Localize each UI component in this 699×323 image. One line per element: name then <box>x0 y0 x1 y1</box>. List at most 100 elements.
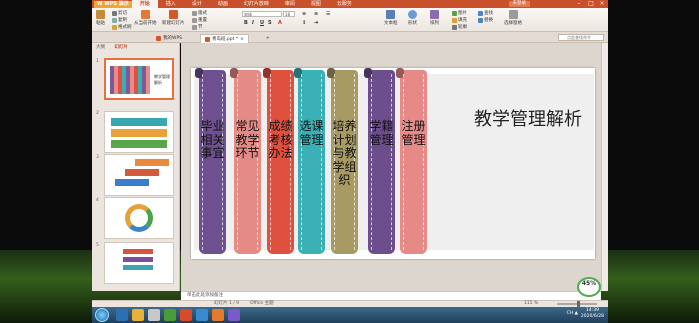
paste-button[interactable]: 粘贴 <box>96 10 105 26</box>
ribbon-item[interactable]: 成绩考核办法 <box>263 68 294 254</box>
menu-tab-design[interactable]: 设计 <box>184 0 210 8</box>
ribbon-stitch <box>301 74 322 250</box>
shapes-button[interactable]: 形状 <box>408 10 417 26</box>
menu-tab-view[interactable]: 视图 <box>303 0 329 8</box>
app-icon[interactable] <box>212 309 224 321</box>
new-slide-icon <box>168 10 178 19</box>
section-button[interactable]: 节 <box>192 24 203 30</box>
outline-button[interactable]: 轮廓 <box>452 24 467 30</box>
ribbon-item[interactable]: 毕业相关事宜 <box>195 68 226 254</box>
tab-outline[interactable]: 大纲 <box>92 45 109 50</box>
align-center-icon[interactable]: ≡ <box>314 11 318 17</box>
italic-icon[interactable]: I <box>252 20 254 26</box>
layout-button[interactable]: 版式 <box>192 10 207 16</box>
menu-tab-review[interactable]: 审阅 <box>277 0 303 8</box>
ribbon-stitch <box>202 74 223 250</box>
shadow-icon[interactable]: S <box>268 20 272 26</box>
font-name-select[interactable]: 宋体 <box>242 11 282 17</box>
brush-icon <box>112 24 117 30</box>
ribbon-label: 毕业相关事宜 <box>200 119 225 160</box>
ie-icon[interactable] <box>116 309 128 321</box>
screen: W WPS 演示 开始 插入 设计 动画 幻灯片放映 审阅 视图 云服务 未登录… <box>0 0 699 323</box>
bold-icon[interactable]: B <box>244 20 248 26</box>
system-tray[interactable]: CH ▲ <box>567 311 578 316</box>
from-current-button[interactable]: 从当前开始 <box>134 10 157 26</box>
copy-button[interactable]: 复制 <box>112 17 127 23</box>
close-icon[interactable]: × <box>597 0 607 8</box>
slide-title[interactable]: 教学管理解析 <box>473 108 583 131</box>
ribbon-label: 注册管理 <box>401 119 426 147</box>
paste-icon <box>96 10 105 19</box>
picture-button[interactable]: 图片 <box>452 10 467 16</box>
app-icon[interactable] <box>164 309 176 321</box>
slide-thumbnail-2[interactable] <box>104 111 174 153</box>
reset-icon <box>192 17 197 23</box>
new-tab-button[interactable]: + <box>262 34 274 43</box>
tab-slides[interactable]: 幻灯片 <box>110 45 132 50</box>
slide-thumbnail-3[interactable] <box>104 154 174 196</box>
format-painter-button[interactable]: 格式刷 <box>112 24 132 30</box>
bullets-icon[interactable]: ☰ <box>326 11 330 17</box>
reset-button[interactable]: 重置 <box>192 17 207 23</box>
text-box-button[interactable]: 文本框 <box>384 10 398 26</box>
wps-logo[interactable]: W WPS 演示 <box>94 0 132 8</box>
ribbon-item[interactable]: 学籍管理 <box>364 68 395 254</box>
align-left-icon[interactable]: ≡ <box>302 11 306 17</box>
ribbon-item[interactable]: 常见教学环节 <box>230 68 261 254</box>
underline-icon[interactable]: U <box>260 20 264 26</box>
fill-button[interactable]: 填充 <box>452 17 467 23</box>
find-button[interactable]: 查找 <box>478 10 493 16</box>
panel-tabs: 大纲 幻灯片 <box>92 43 180 52</box>
replace-icon <box>478 17 483 23</box>
tab-my-wps[interactable]: 我的WPS <box>152 34 186 43</box>
font-color-icon[interactable]: A <box>278 20 282 26</box>
clock[interactable]: 14:39 2020/6/28 <box>581 308 604 320</box>
slide-thumbnail-1[interactable]: 教学管理解析 <box>104 58 174 100</box>
menu-tab-animation[interactable]: 动画 <box>210 0 236 8</box>
maximize-icon[interactable]: □ <box>586 0 596 8</box>
start-button[interactable] <box>95 308 109 322</box>
slide-thumbnail-5[interactable] <box>104 242 174 284</box>
select-pane-button[interactable]: 选择窗格 <box>504 10 522 26</box>
indent-icon[interactable]: ⇥ <box>314 20 318 26</box>
media-icon[interactable] <box>148 309 160 321</box>
menu-tab-cloud[interactable]: 云服务 <box>329 0 360 8</box>
menu-tab-home[interactable]: 开始 <box>131 0 158 8</box>
menu-tab-slideshow[interactable]: 幻灯片放映 <box>236 0 277 8</box>
app-icon[interactable] <box>228 309 240 321</box>
ribbon-label: 常见教学环节 <box>235 119 260 160</box>
arrange-button[interactable]: 排列 <box>430 10 439 26</box>
shapes-icon <box>408 10 417 19</box>
document-tab-bar: 我的WPS 青岛班.ppt * × + 点此查找命令 <box>92 32 608 43</box>
font-size-select[interactable]: 18 <box>283 11 295 17</box>
new-slide-button[interactable]: 新建幻灯片 <box>162 10 185 26</box>
slide-number: 5 <box>96 243 99 248</box>
slide-canvas[interactable]: 毕业相关事宜 常见教学环节 成绩考核办法 选课管理 培养计划与教学组织 学籍管理 注册管理 … <box>191 68 595 259</box>
cut-button[interactable]: 剪切 <box>112 10 127 16</box>
wps-home-icon <box>156 36 161 41</box>
notes-pane[interactable]: 单击此处添加备注 <box>181 291 601 300</box>
wps-taskbar-icon[interactable] <box>180 309 192 321</box>
status-bar: 幻灯片 1 / 9 Office 主题 115 % <box>92 300 608 307</box>
replace-button[interactable]: 替换 <box>478 17 493 23</box>
folder-icon[interactable] <box>132 309 144 321</box>
slide-number: 2 <box>96 111 99 116</box>
ribbon-item[interactable]: 培养计划与教学组织 <box>327 68 358 254</box>
ribbon-item[interactable]: 选课管理 <box>294 68 325 254</box>
thumb-shape <box>115 179 149 186</box>
tab-document[interactable]: 青岛班.ppt * × <box>200 34 249 43</box>
command-search-input[interactable]: 点此查找命令 <box>558 34 604 41</box>
text-box-icon <box>386 10 396 19</box>
thumb-shape <box>111 140 167 148</box>
slide-thumbnail-4[interactable] <box>104 197 174 239</box>
vertical-scrollbar[interactable] <box>601 43 608 291</box>
slide-number: 1 <box>96 59 99 64</box>
minimize-icon[interactable]: – <box>574 0 584 8</box>
ribbon-item[interactable]: 注册管理 <box>396 68 427 254</box>
line-spacing-icon[interactable]: ↕ <box>302 20 306 26</box>
login-button[interactable]: 未登录 <box>508 1 530 7</box>
progress-percent: 45% <box>581 280 597 287</box>
app-icon[interactable] <box>196 309 208 321</box>
zoom-slider[interactable] <box>557 301 597 307</box>
menu-tab-insert[interactable]: 插入 <box>158 0 184 8</box>
